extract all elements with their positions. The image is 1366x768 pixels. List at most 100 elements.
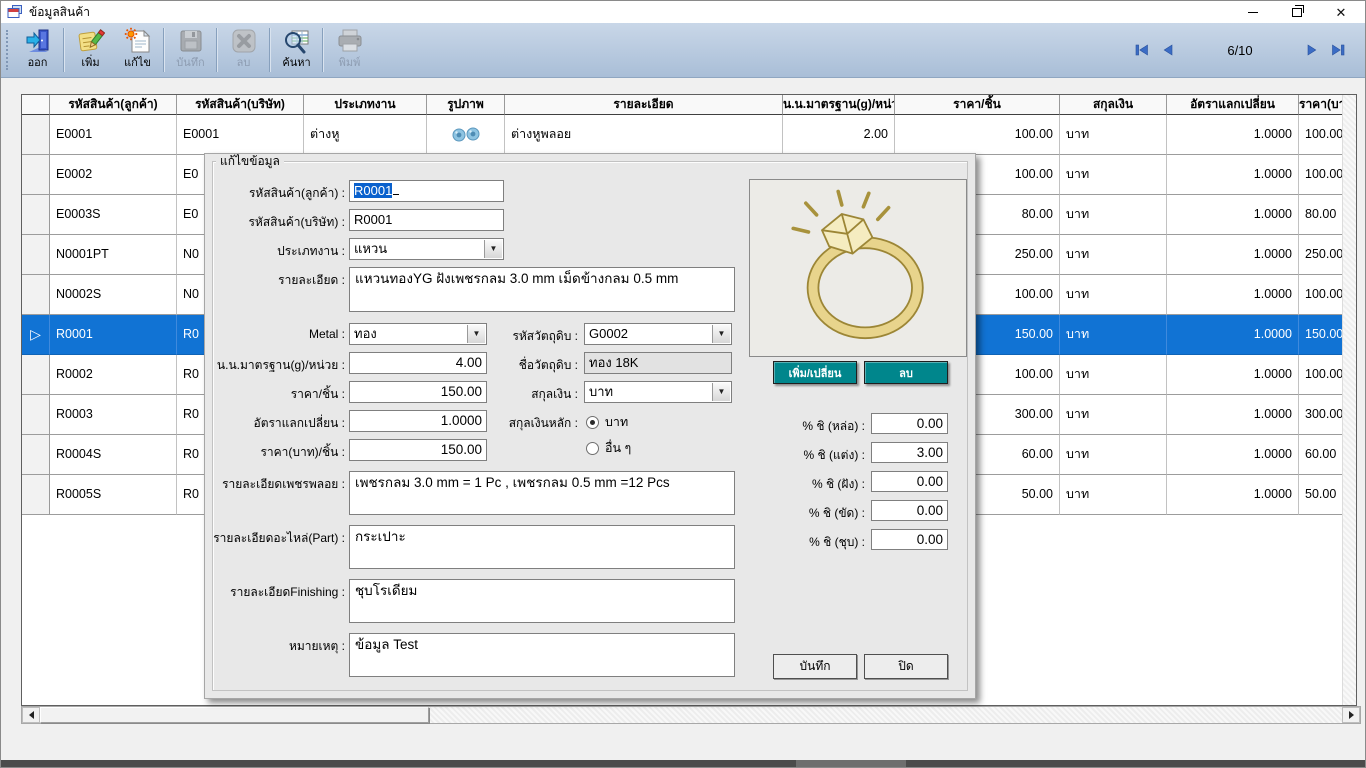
grid-header-currency[interactable]: สกุลเงิน xyxy=(1060,95,1167,115)
note-textarea[interactable]: ข้อมูล Test xyxy=(349,633,735,677)
toolbar-separator xyxy=(216,28,218,72)
percent-plating-input[interactable]: 0.00 xyxy=(871,529,948,550)
grid-cell-sel xyxy=(22,475,50,515)
grid-header-rate[interactable]: อัตราแลกเปลี่ยน xyxy=(1167,95,1299,115)
scroll-left-button[interactable] xyxy=(22,707,40,723)
gem-detail-textarea[interactable]: เพชรกลม 3.0 mm = 1 Pc , เพชรกลม 0.5 mm =… xyxy=(349,471,735,515)
scroll-right-icon xyxy=(1349,711,1354,719)
grid-cell-sel xyxy=(22,275,50,315)
grid-vertical-scrollbar[interactable] xyxy=(1342,95,1356,705)
grid-cell-code_customer: R0003 xyxy=(50,395,177,435)
product-data-window: ข้อมูลสินค้า ✕ ออกเพิ่มแก้ไขบันทึกลบค้นห… xyxy=(0,0,1366,768)
material-code-combobox[interactable]: G0002▼ xyxy=(584,323,732,345)
type-combobox[interactable]: แหวน▼ xyxy=(349,238,504,260)
grid-cell-sel xyxy=(22,395,50,435)
toolbar-button-label: ออก xyxy=(28,55,48,71)
radio-icon xyxy=(586,416,599,429)
move-next-button[interactable] xyxy=(1299,39,1325,61)
grid-cell-code_customer: N0002S xyxy=(50,275,177,315)
close-icon: ✕ xyxy=(1336,6,1347,19)
delete-x-icon xyxy=(230,27,258,55)
record-navigator: 6/10 xyxy=(1129,23,1359,77)
grid-header-description[interactable]: รายละเอียด xyxy=(505,95,783,115)
grid-cell-sel xyxy=(22,195,50,235)
description-label: รายละเอียด : xyxy=(278,271,345,290)
radio-icon xyxy=(586,442,599,455)
move-last-button[interactable] xyxy=(1325,39,1351,61)
grid-cell-rate: 1.0000 xyxy=(1167,355,1299,395)
record-position[interactable]: 6/10 xyxy=(1181,43,1299,58)
main-currency-baht-radio[interactable]: บาท xyxy=(586,412,628,432)
percent-cast-label: % ชิ (หล่อ) : xyxy=(802,417,865,436)
grid-cell-price_baht: 100.00 xyxy=(1299,155,1345,195)
current-row-arrow-icon: ▷ xyxy=(30,326,41,342)
toolbar-button-edit[interactable]: แก้ไข xyxy=(114,26,161,74)
save-floppy-icon xyxy=(177,27,205,55)
currency-combobox[interactable]: บาท▼ xyxy=(584,381,732,403)
move-first-button[interactable] xyxy=(1129,39,1155,61)
grid-header-sel[interactable] xyxy=(22,95,50,115)
grid-cell-sel xyxy=(22,155,50,195)
exchange-rate-input[interactable]: 1.0000 xyxy=(349,410,487,432)
grid-cell-sel xyxy=(22,235,50,275)
horizontal-scroll-thumb[interactable] xyxy=(40,707,429,723)
grid-cell-code_customer: N0001PT xyxy=(50,235,177,275)
grid-horizontal-scrollbar[interactable] xyxy=(21,706,1361,724)
image-add-change-button[interactable]: เพิ่ม/เปลี่ยน xyxy=(773,361,857,384)
table-row[interactable]: E0001E0001ต่างหูต่างหูพลอย2.00100.00บาท1… xyxy=(22,115,1345,155)
code-company-input[interactable]: R0001 xyxy=(349,209,504,231)
scroll-left-icon xyxy=(29,711,34,719)
close-dialog-button[interactable]: ปิด xyxy=(864,654,948,679)
grid-header-type[interactable]: ประเภทงาน xyxy=(304,95,427,115)
gem-detail-label: รายละเอียดเพชรพลอย : xyxy=(222,475,345,494)
toolbar-button-add[interactable]: เพิ่ม xyxy=(67,26,114,74)
restore-button[interactable] xyxy=(1275,1,1319,23)
grid-header-price[interactable]: ราคา/ชิ้น xyxy=(895,95,1060,115)
chevron-down-icon[interactable]: ▼ xyxy=(712,383,730,401)
minimize-button[interactable] xyxy=(1231,1,1275,23)
grid-cell-sel xyxy=(22,435,50,475)
toolbar-button-label: บันทึก xyxy=(176,55,204,71)
minimize-icon xyxy=(1248,12,1258,13)
grid-cell-type: ต่างหู xyxy=(304,115,427,155)
finishing-detail-textarea[interactable]: ชุบโรเดียม xyxy=(349,579,735,623)
code-customer-input[interactable]: R0001 xyxy=(349,180,504,202)
toolbar-separator xyxy=(163,28,165,72)
description-textarea[interactable]: แหวนทองYG ฝังเพชรกลม 3.0 mm เม็ดข้างกลม … xyxy=(349,267,735,312)
chevron-down-icon[interactable]: ▼ xyxy=(712,325,730,343)
save-button[interactable]: บันทึก xyxy=(773,654,857,679)
grid-header-code_customer[interactable]: รหัสสินค้า(ลูกค้า) xyxy=(50,95,177,115)
percent-cast-input[interactable]: 0.00 xyxy=(871,413,948,434)
product-image-box xyxy=(749,179,967,357)
weight-input[interactable]: 4.00 xyxy=(349,352,487,374)
toolbar-button-exit[interactable]: ออก xyxy=(14,26,61,74)
grid-cell-rate: 1.0000 xyxy=(1167,275,1299,315)
grid-header-price_baht[interactable]: ราคา(บาท xyxy=(1299,95,1345,115)
note-label: หมายเหตุ : xyxy=(289,637,345,656)
type-label: ประเภทงาน : xyxy=(277,242,345,261)
percent-polish-input[interactable]: 0.00 xyxy=(871,500,948,521)
grid-header-weight[interactable]: น.น.มาตรฐาน(g)/หน่วย xyxy=(783,95,895,115)
image-delete-button[interactable]: ลบ xyxy=(864,361,948,384)
grid-cell-currency: บาท xyxy=(1060,195,1167,235)
chevron-down-icon[interactable]: ▼ xyxy=(484,240,502,258)
close-button[interactable]: ✕ xyxy=(1319,1,1363,23)
percent-setting-input[interactable]: 0.00 xyxy=(871,471,948,492)
grid-cell-image xyxy=(427,115,505,155)
toolbar-button-print: พิมพ์ xyxy=(326,26,373,74)
toolbar-drag-handle[interactable] xyxy=(6,30,8,70)
move-previous-button[interactable] xyxy=(1155,39,1181,61)
toolbar-button-search[interactable]: ค้นหา xyxy=(273,26,320,74)
price-baht-input[interactable]: 150.00 xyxy=(349,439,487,461)
grid-header-image[interactable]: รูปภาพ xyxy=(427,95,505,115)
grid-cell-code_customer: E0002 xyxy=(50,155,177,195)
scroll-right-button[interactable] xyxy=(1342,707,1360,723)
percent-decorate-input[interactable]: 3.00 xyxy=(871,442,948,463)
main-currency-other-radio[interactable]: อื่น ๆ xyxy=(586,438,631,458)
grid-header-code_company[interactable]: รหัสสินค้า(บริษัท) xyxy=(177,95,304,115)
metal-combobox[interactable]: ทอง▼ xyxy=(349,323,487,345)
price-input[interactable]: 150.00 xyxy=(349,381,487,403)
part-detail-textarea[interactable]: กระเปาะ xyxy=(349,525,735,569)
grid-cell-code_customer: R0005S xyxy=(50,475,177,515)
chevron-down-icon[interactable]: ▼ xyxy=(467,325,485,343)
